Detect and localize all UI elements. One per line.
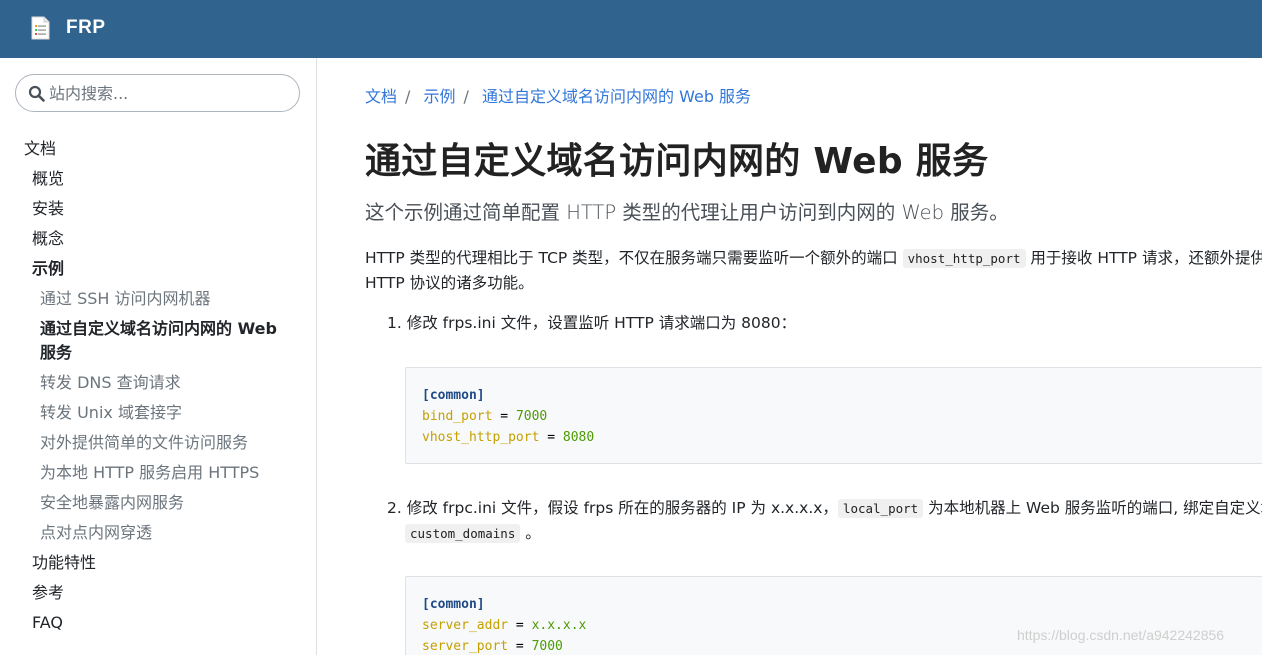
sidebar-item-install[interactable]: 安装 <box>0 194 316 224</box>
sidebar-item-docs[interactable]: 文档 <box>0 134 316 164</box>
sidebar-item-unix-socket[interactable]: 转发 Unix 域套接字 <box>0 398 316 428</box>
sidebar-item-https[interactable]: 为本地 HTTP 服务启用 HTTPS <box>0 458 316 488</box>
main-content: 文档 / 示例 / 通过自定义域名访问内网的 Web 服务 通过自定义域名访问内网的… <box>317 58 1262 655</box>
code-block: [common] server_addr = x.x.x.x server_po… <box>405 576 1262 655</box>
search-box[interactable] <box>15 74 300 112</box>
search-icon <box>28 85 45 102</box>
sidebar-item-features[interactable]: 功能特性 <box>0 548 316 578</box>
sidebar-item-ssh[interactable]: 通过 SSH 访问内网机器 <box>0 284 316 314</box>
breadcrumb-current[interactable]: 通过自定义域名访问内网的 Web 服务 <box>482 87 751 106</box>
sidebar-item-xtcp[interactable]: 点对点内网穿透 <box>0 518 316 548</box>
sidebar: 文档 概览 安装 概念 示例 通过 SSH 访问内网机器 通过自定义域名访问内网… <box>0 58 317 655</box>
sidebar-item-stcp[interactable]: 安全地暴露内网服务 <box>0 488 316 518</box>
page-title: 通过自定义域名访问内网的 Web 服务 <box>365 141 989 182</box>
inline-code: vhost_http_port <box>902 249 1026 268</box>
sidebar-item-dns[interactable]: 转发 DNS 查询请求 <box>0 368 316 398</box>
document-list-icon <box>31 16 50 40</box>
brand-link[interactable]: FRP <box>30 13 106 43</box>
intro-paragraph: HTTP 类型的代理相比于 TCP 类型，不仅在服务端只需要监听一个额外的端口 … <box>365 249 1262 292</box>
breadcrumb: 文档 / 示例 / 通过自定义域名访问内网的 Web 服务 <box>365 87 752 106</box>
brand-name: FRP <box>66 17 106 38</box>
sidebar-item-concepts[interactable]: 概念 <box>0 224 316 254</box>
breadcrumb-docs[interactable]: 文档 <box>365 87 397 106</box>
breadcrumb-examples[interactable]: 示例 <box>424 87 456 106</box>
sidebar-item-faq[interactable]: FAQ <box>0 608 316 638</box>
inline-code: local_port <box>837 499 924 518</box>
inline-code: custom_domains <box>405 524 521 543</box>
page-lead: 这个示例通过简单配置 HTTP 类型的代理让用户访问到内网的 Web 服务。 <box>365 201 1009 224</box>
step-item: 1. 修改 frps.ini 文件，设置监听 HTTP 请求端口为 8080： <box>387 314 797 332</box>
search-input[interactable] <box>49 83 279 103</box>
sidebar-item-examples[interactable]: 示例 <box>0 254 316 284</box>
sidebar-nav: 文档 概览 安装 概念 示例 通过 SSH 访问内网机器 通过自定义域名访问内网… <box>0 134 316 638</box>
top-navbar: FRP <box>0 0 1262 58</box>
sidebar-item-static-file[interactable]: 对外提供简单的文件访问服务 <box>0 428 316 458</box>
code-block: [common] bind_port = 7000 vhost_http_por… <box>405 367 1262 464</box>
sidebar-item-overview[interactable]: 概览 <box>0 164 316 194</box>
step-item: 2. 修改 frpc.ini 文件，假设 frps 所在的服务器的 IP 为 x… <box>387 499 1262 543</box>
sidebar-item-custom-domain-web[interactable]: 通过自定义域名访问内网的 Web 服务 <box>0 314 290 368</box>
watermark: https://blog.csdn.net/a942242856 <box>1017 627 1225 643</box>
sidebar-item-reference[interactable]: 参考 <box>0 578 316 608</box>
